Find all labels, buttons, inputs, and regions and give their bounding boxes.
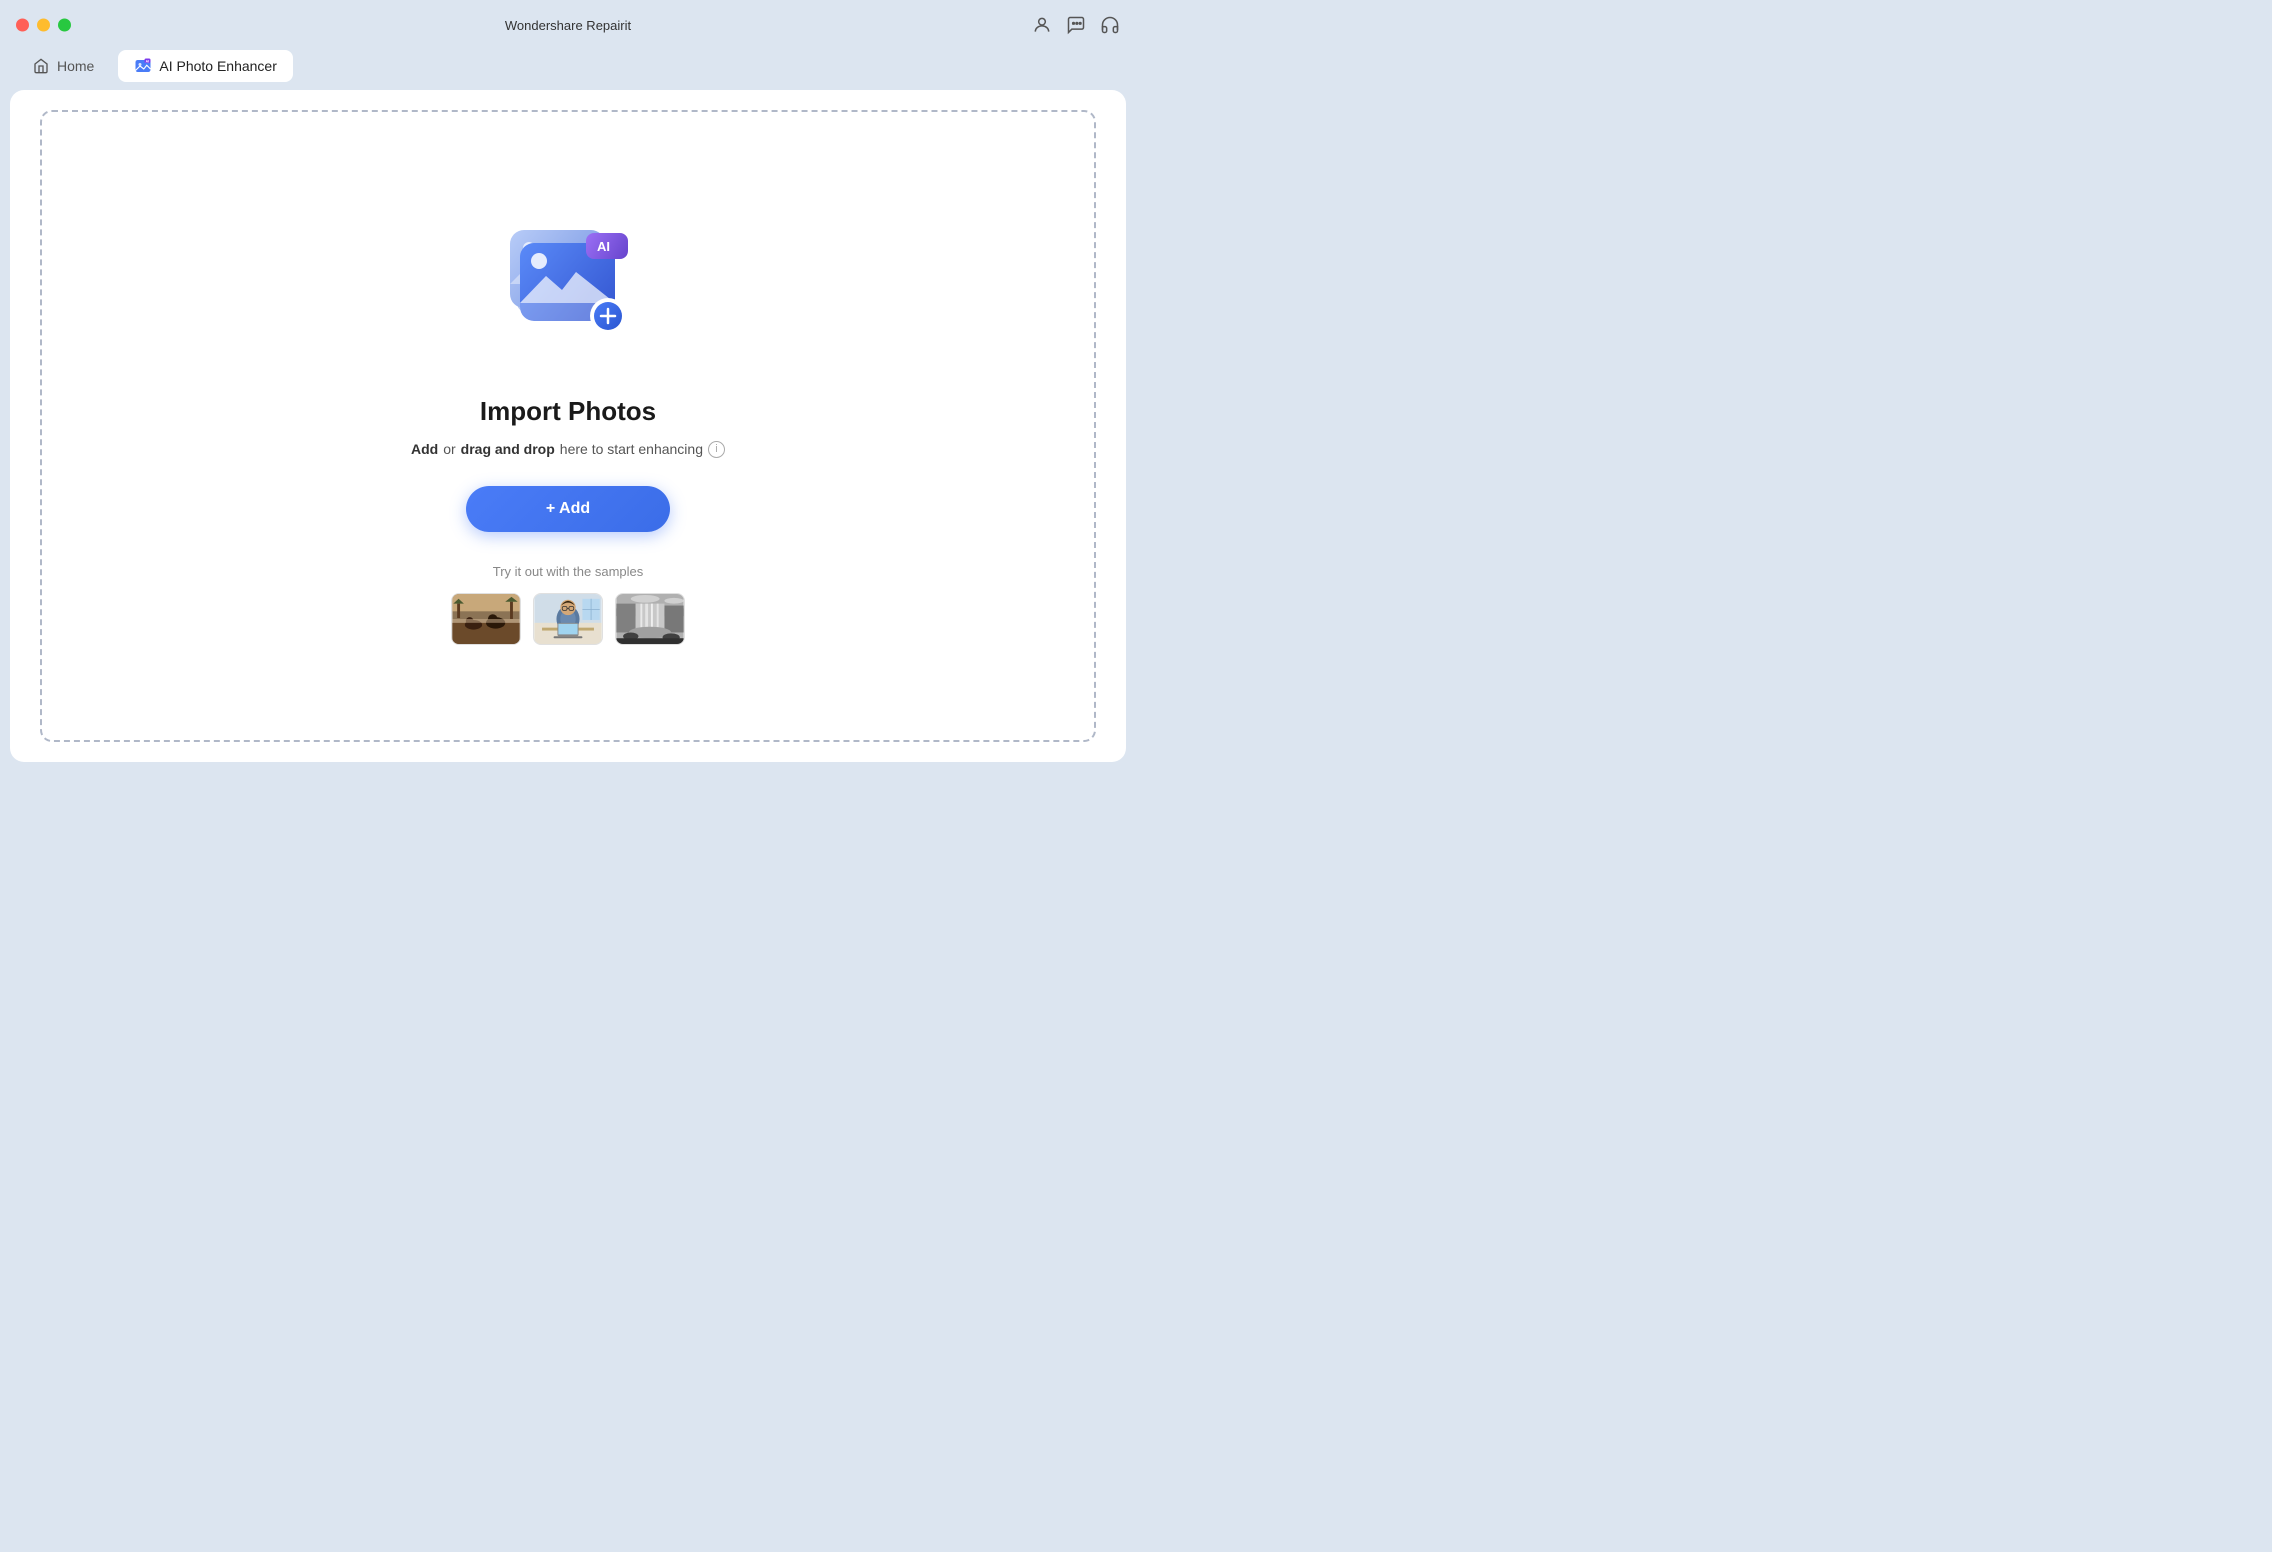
samples-label: Try it out with the samples [493,564,644,579]
title-bar: Wondershare Repairit [0,0,1136,50]
maximize-button[interactable] [58,19,71,32]
home-icon [32,57,50,75]
header-icons [1032,15,1120,35]
tab-ai-photo-enhancer-label: AI Photo Enhancer [159,58,277,74]
sample-thumb-1[interactable] [451,593,521,645]
samples-row [451,593,685,645]
photo-import-icon: AI [488,208,648,368]
subtitle-end: here to start enhancing [560,441,703,457]
subtitle-drag: drag and drop [461,441,555,457]
traffic-lights [16,19,71,32]
sample-thumb-3[interactable] [615,593,685,645]
minimize-button[interactable] [37,19,50,32]
drop-zone[interactable]: AI [40,110,1096,742]
tab-ai-photo-enhancer[interactable]: AI AI Photo Enhancer [118,50,293,82]
headset-icon[interactable] [1100,15,1120,35]
add-button[interactable]: + Add [466,486,670,532]
chat-icon[interactable] [1066,15,1086,35]
close-button[interactable] [16,19,29,32]
tab-bar: Home AI AI Photo Enhancer [0,50,1136,90]
svg-text:AI: AI [597,239,610,254]
info-icon[interactable]: i [708,441,725,458]
main-content: AI [10,90,1126,762]
import-title: Import Photos [480,396,656,427]
ai-photo-enhancer-icon: AI [134,57,152,75]
import-subtitle: Add or drag and drop here to start enhan… [411,441,725,458]
svg-text:AI: AI [146,59,149,63]
subtitle-add: Add [411,441,438,457]
tab-home[interactable]: Home [16,50,110,82]
tab-home-label: Home [57,58,94,74]
user-icon[interactable] [1032,15,1052,35]
subtitle-or: or [443,441,455,457]
sample-thumb-2[interactable] [533,593,603,645]
window-title: Wondershare Repairit [505,18,631,33]
